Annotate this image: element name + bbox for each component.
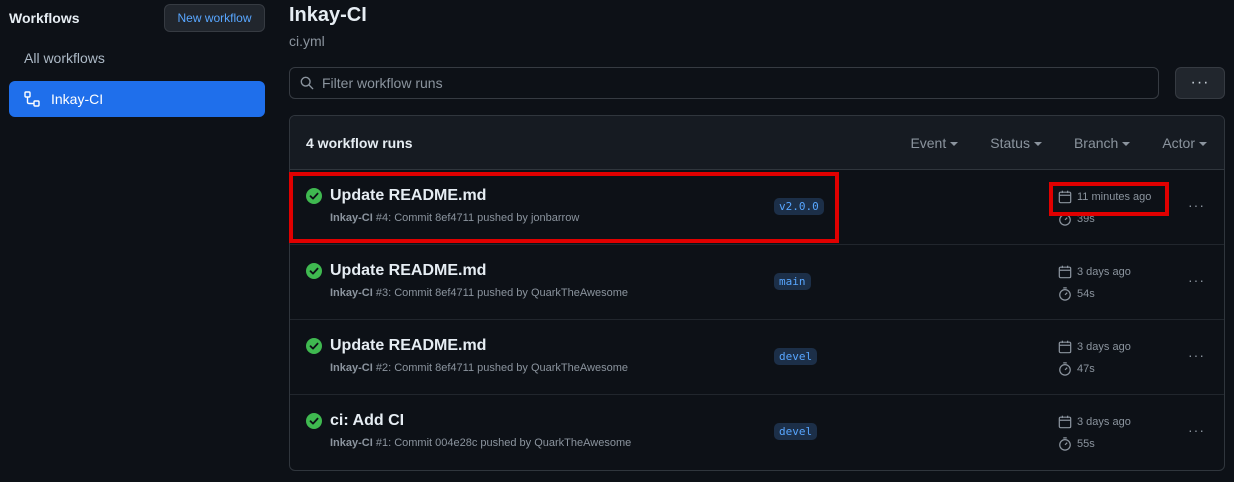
caret-down-icon: [1033, 142, 1042, 146]
sidebar-item-inkay-ci[interactable]: Inkay-CI: [9, 81, 265, 117]
calendar-icon: [1058, 190, 1072, 204]
run-workflow-name: Inkay-CI: [330, 212, 373, 224]
run-title-link[interactable]: ci: Add CI: [330, 412, 404, 430]
run-meta: Inkay-CI #2: Commit 8ef4711 pushed by Qu…: [330, 362, 628, 374]
branch-filter-label: Branch: [1073, 135, 1119, 151]
run-time-label: 3 days ago: [1077, 416, 1131, 428]
stopwatch-icon: [1059, 212, 1071, 226]
more-options-button[interactable]: ···: [1175, 67, 1225, 99]
status-filter-label: Status: [990, 135, 1030, 151]
run-title-link[interactable]: Update README.md: [330, 262, 486, 280]
sidebar-item-all-workflows[interactable]: All workflows: [24, 50, 105, 66]
run-duration-label: 39s: [1077, 213, 1095, 225]
search-icon: [300, 76, 314, 90]
run-workflow-name: Inkay-CI: [330, 437, 373, 449]
run-duration: 55s: [1058, 437, 1095, 451]
table-row[interactable]: Update README.md Inkay-CI #2: Commit 8ef…: [290, 320, 1224, 395]
kebab-icon: ···: [1190, 74, 1210, 91]
workflow-file-link[interactable]: ci.yml: [289, 33, 325, 49]
run-duration-label: 54s: [1077, 288, 1095, 300]
row-kebab-icon[interactable]: ···: [1188, 422, 1205, 438]
calendar-icon: [1058, 340, 1072, 354]
success-check-icon: [306, 188, 322, 204]
branch-label[interactable]: devel: [774, 423, 818, 440]
branch-label[interactable]: devel: [774, 348, 818, 365]
filter-dropdowns: Event Status Branch Actor: [910, 116, 1224, 170]
sidebar-item-label: Inkay-CI: [51, 91, 104, 107]
run-time: 3 days ago: [1058, 340, 1131, 354]
runs-header: 4 workflow runs Event Status Branch Acto…: [290, 116, 1224, 170]
branch-label[interactable]: main: [774, 273, 811, 290]
run-time-label: 11 minutes ago: [1077, 191, 1152, 203]
page-title: Inkay-CI: [289, 4, 367, 26]
sidebar: Workflows New workflow All workflows Ink…: [0, 0, 274, 482]
workflow-icon: [24, 91, 40, 107]
stopwatch-icon: [1059, 362, 1071, 376]
success-check-icon: [306, 263, 322, 279]
calendar-icon: [1058, 265, 1072, 279]
table-row[interactable]: Update README.md Inkay-CI #4: Commit 8ef…: [290, 170, 1224, 245]
branch-filter[interactable]: Branch: [1073, 135, 1131, 151]
run-meta: Inkay-CI #3: Commit 8ef4711 pushed by Qu…: [330, 287, 628, 299]
stopwatch-icon: [1059, 287, 1071, 301]
run-meta: Inkay-CI #1: Commit 004e28c pushed by Qu…: [330, 437, 631, 449]
new-workflow-button[interactable]: New workflow: [164, 4, 265, 32]
run-title-link[interactable]: Update README.md: [330, 187, 486, 205]
caret-down-icon: [1122, 142, 1131, 146]
run-time-label: 3 days ago: [1077, 266, 1131, 278]
run-details: #3: Commit 8ef4711 pushed by QuarkTheAwe…: [372, 287, 628, 299]
run-time: 11 minutes ago: [1058, 190, 1151, 204]
calendar-icon: [1058, 415, 1072, 429]
runs-count: 4 workflow runs: [306, 134, 413, 151]
status-filter[interactable]: Status: [990, 135, 1042, 151]
sidebar-title: Workflows: [9, 10, 80, 26]
run-duration-label: 55s: [1077, 438, 1095, 450]
run-title-link[interactable]: Update README.md: [330, 337, 486, 355]
event-filter[interactable]: Event: [910, 135, 959, 151]
success-check-icon: [306, 413, 322, 429]
run-workflow-name: Inkay-CI: [330, 287, 373, 299]
workflow-runs-list: 4 workflow runs Event Status Branch Acto…: [289, 115, 1225, 471]
table-row[interactable]: Update README.md Inkay-CI #3: Commit 8ef…: [290, 245, 1224, 320]
actor-filter-label: Actor: [1162, 135, 1195, 151]
caret-down-icon: [1199, 142, 1207, 146]
run-duration-label: 47s: [1077, 363, 1095, 375]
filter-input[interactable]: [322, 75, 1122, 91]
run-duration: 54s: [1058, 287, 1095, 301]
row-kebab-icon[interactable]: ···: [1188, 272, 1205, 288]
run-workflow-name: Inkay-CI: [330, 362, 373, 374]
run-details: #2: Commit 8ef4711 pushed by QuarkTheAwe…: [372, 362, 628, 374]
run-details: #1: Commit 004e28c pushed by QuarkTheAwe…: [372, 437, 632, 449]
run-meta: Inkay-CI #4: Commit 8ef4711 pushed by jo…: [330, 212, 579, 224]
branch-label[interactable]: v2.0.0: [774, 198, 824, 215]
run-time-label: 3 days ago: [1077, 341, 1131, 353]
stopwatch-icon: [1059, 437, 1071, 451]
row-kebab-icon[interactable]: ···: [1188, 347, 1205, 363]
run-time: 3 days ago: [1058, 265, 1131, 279]
success-check-icon: [306, 338, 322, 354]
table-row[interactable]: ci: Add CI Inkay-CI #1: Commit 004e28c p…: [290, 395, 1224, 470]
caret-down-icon: [950, 142, 959, 146]
filter-box: [289, 67, 1159, 99]
run-time: 3 days ago: [1058, 415, 1131, 429]
run-duration: 47s: [1058, 362, 1095, 376]
run-duration: 39s: [1058, 212, 1095, 226]
run-details: #4: Commit 8ef4711 pushed by jonbarrow: [372, 212, 580, 224]
actor-filter[interactable]: Actor: [1162, 135, 1207, 151]
event-filter-label: Event: [910, 135, 947, 151]
row-kebab-icon[interactable]: ···: [1188, 197, 1205, 213]
